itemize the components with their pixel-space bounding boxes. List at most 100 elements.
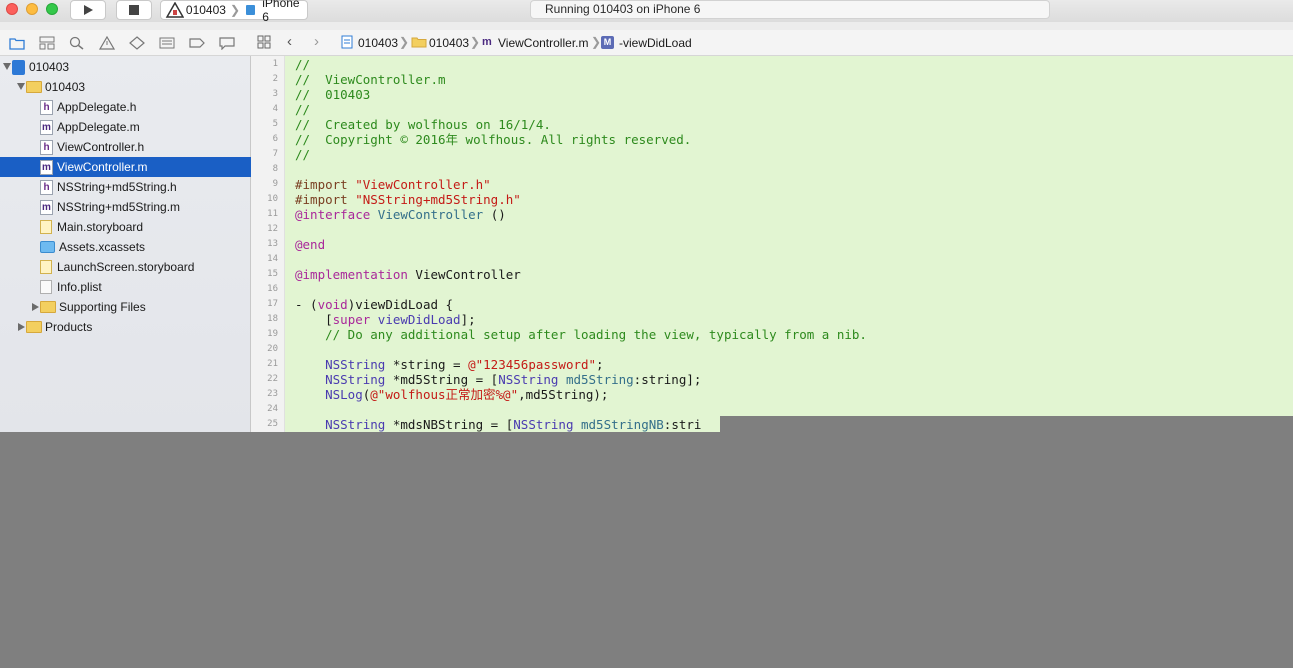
line-number: 18 [267, 314, 278, 324]
code-line[interactable]: NSString *string = @"123456password"; [295, 357, 603, 372]
code-token: NSString [295, 357, 393, 372]
code-token: // ViewController.m [295, 72, 446, 87]
navigator-item[interactable]: m ViewController.m [0, 157, 251, 177]
report-icon[interactable] [219, 35, 235, 51]
code-line[interactable]: // 010403 [295, 87, 370, 102]
crumb-method[interactable]: -viewDidLoad [619, 36, 692, 50]
code-token: - ( [295, 297, 318, 312]
plist-icon [40, 280, 52, 294]
navigator-item[interactable]: Info.plist [0, 277, 251, 297]
navigator-item[interactable]: Products [0, 317, 251, 337]
crumb-group[interactable]: 010403 [429, 36, 469, 50]
navigator-item[interactable]: 010403 [0, 77, 251, 97]
code-token: // Created by wolfhous on 16/1/4. [295, 117, 551, 132]
code-token: :stri [663, 417, 702, 432]
scheme-selector[interactable]: 010403 ❯ iPhone 6 [160, 0, 308, 24]
code-line[interactable]: // Copyright © 2016年 wolfhous. All right… [295, 132, 691, 147]
disclosure-closed-icon[interactable] [32, 303, 39, 311]
code-line[interactable]: @end [295, 237, 325, 252]
stop-icon [129, 5, 139, 15]
run-button[interactable] [70, 0, 106, 20]
m-file-icon: m [40, 120, 53, 135]
app-target-icon [165, 2, 184, 18]
hierarchy-icon[interactable] [39, 35, 55, 51]
code-line[interactable]: @implementation ViewController [295, 267, 521, 282]
code-token: )viewDidLoad { [347, 297, 454, 312]
code-line[interactable]: #import "ViewController.h" [295, 177, 491, 192]
line-number: 24 [267, 404, 278, 414]
code-token: @implementation [295, 267, 416, 282]
navigator-item[interactable]: h AppDelegate.h [0, 97, 251, 117]
warning-icon[interactable] [99, 35, 115, 51]
debug-icon[interactable] [159, 35, 175, 51]
scheme-name: 010403 [185, 3, 226, 17]
code-line[interactable]: // [295, 102, 310, 117]
line-number: 7 [272, 149, 278, 159]
code-line[interactable]: // [295, 57, 310, 72]
navigator-item-label: Products [45, 320, 93, 334]
code-line[interactable]: - (void)viewDidLoad { [295, 297, 453, 312]
code-line[interactable]: @interface ViewController () [295, 207, 506, 222]
code-token: NSString [295, 417, 393, 432]
navigator-item[interactable]: LaunchScreen.storyboard [0, 257, 251, 277]
xcode-window: 010403 ❯ iPhone 6 Running 010403 on iPho… [0, 0, 1293, 432]
back-arrow-icon[interactable]: ‹ [287, 33, 292, 50]
code-token: viewDidLoad [377, 312, 461, 327]
code-token: ]; [460, 312, 476, 327]
code-token: NSLog [295, 387, 363, 402]
disclosure-open-icon[interactable] [17, 83, 25, 90]
code-token: #import [295, 177, 356, 192]
forward-arrow-icon[interactable]: › [314, 33, 319, 50]
search-icon[interactable] [69, 35, 85, 51]
folder-icon [411, 36, 427, 51]
line-number: 23 [267, 389, 278, 399]
folder-icon[interactable] [9, 35, 25, 51]
line-number: 4 [272, 104, 278, 114]
line-number: 15 [267, 269, 278, 279]
code-token: NSString [498, 372, 566, 387]
code-line[interactable]: // [295, 147, 310, 162]
code-line[interactable]: // ViewController.m [295, 72, 446, 87]
code-line[interactable]: NSString *md5String = [NSString md5Strin… [295, 372, 701, 387]
navigator-item[interactable]: h NSString+md5String.h [0, 177, 251, 197]
navigator-item[interactable]: m AppDelegate.m [0, 117, 251, 137]
line-number: 25 [267, 419, 278, 429]
navigator-selector-bar [0, 30, 251, 56]
code-line[interactable]: // Created by wolfhous on 16/1/4. [295, 117, 551, 132]
code-line[interactable]: [super viewDidLoad]; [295, 312, 476, 327]
stop-button[interactable] [116, 0, 152, 20]
breakpoint-icon[interactable] [189, 35, 205, 51]
line-number: 6 [272, 134, 278, 144]
crumb-file[interactable]: ViewController.m [498, 36, 588, 50]
code-line[interactable]: NSLog(@"wolfhous正常加密%@",md5String); [295, 387, 608, 402]
test-icon[interactable] [129, 35, 145, 51]
activity-view: Running 010403 on iPhone 6 [530, 0, 1050, 19]
navigator-item-label: Info.plist [57, 280, 102, 294]
code-line[interactable]: #import "NSString+md5String.h" [295, 192, 521, 207]
close-window-button[interactable] [6, 3, 18, 15]
code-line[interactable]: // Do any additional setup after loading… [295, 327, 867, 342]
navigator-item[interactable]: Assets.xcassets [0, 237, 251, 257]
navigator-item[interactable]: h ViewController.h [0, 137, 251, 157]
storyboard-icon [40, 260, 52, 274]
line-number: 2 [272, 74, 278, 84]
chevron-right-icon: ❯ [470, 35, 481, 49]
h-file-icon: h [40, 140, 53, 155]
crumb-project[interactable]: 010403 [358, 36, 398, 50]
code-token: // Do any additional setup after loading… [295, 327, 867, 342]
grid-icon[interactable] [257, 35, 271, 52]
navigator-item[interactable]: Main.storyboard [0, 217, 251, 237]
code-token: // Copyright © 2016年 wolfhous. All right… [295, 132, 692, 147]
code-line[interactable]: NSString *mdsNBString = [NSString md5Str… [295, 417, 701, 432]
line-number: 9 [272, 179, 278, 189]
disclosure-open-icon[interactable] [3, 63, 11, 70]
project-icon [12, 60, 25, 75]
minimize-window-button[interactable] [26, 3, 38, 15]
navigator-item[interactable]: m NSString+md5String.m [0, 197, 251, 217]
navigator-item[interactable]: Supporting Files [0, 297, 251, 317]
disclosure-closed-icon[interactable] [18, 323, 25, 331]
folder-icon [40, 301, 56, 313]
m-file-icon: m [40, 200, 53, 215]
navigator-item[interactable]: 010403 [0, 57, 251, 77]
zoom-window-button[interactable] [46, 3, 58, 15]
